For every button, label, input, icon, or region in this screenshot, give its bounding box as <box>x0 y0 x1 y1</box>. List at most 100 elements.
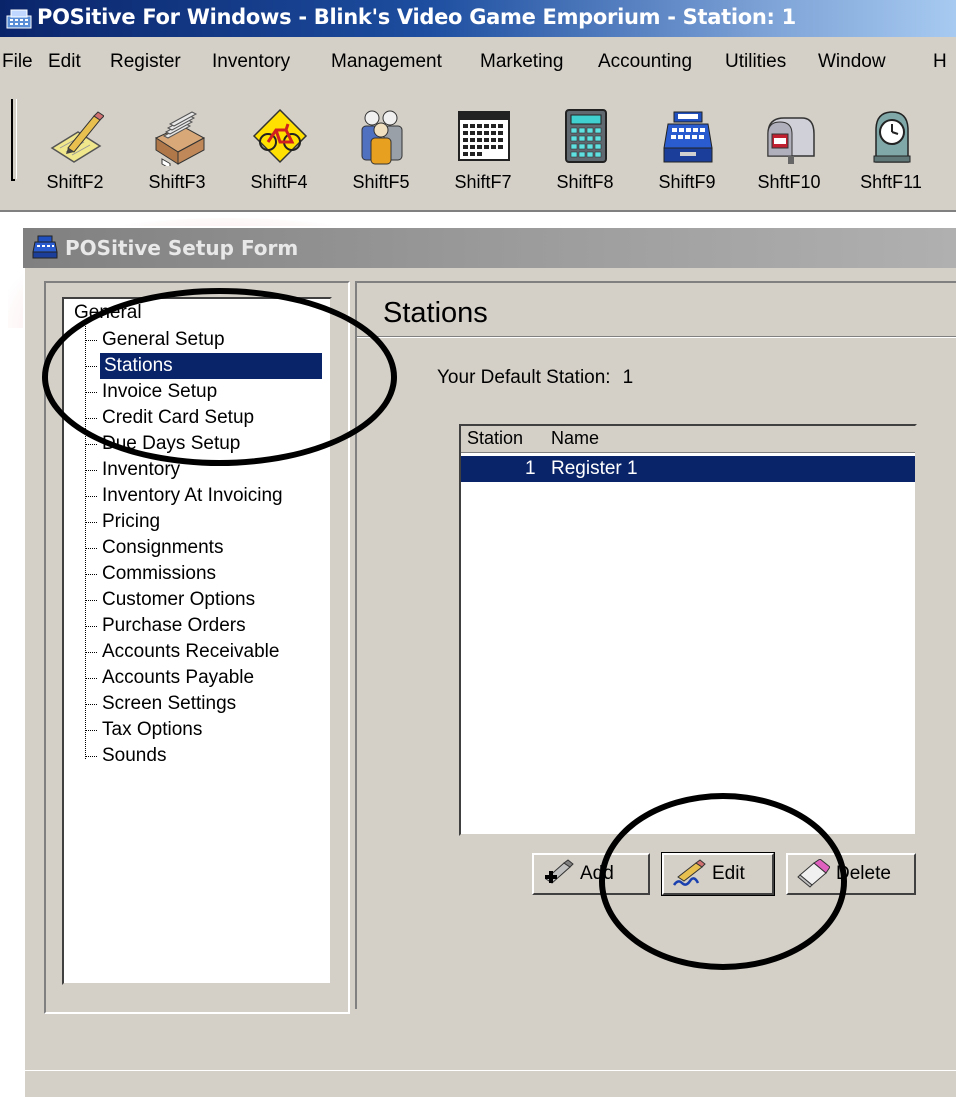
toolbar-label: ShiftF2 <box>46 172 104 192</box>
tree-item-label: Screen Settings <box>102 693 237 714</box>
default-station-line: Your Default Station: 1 <box>437 367 633 389</box>
delete-button-label: Delete <box>836 863 891 884</box>
toolbar-button-shiftf9[interactable]: ShiftF9 <box>642 100 732 206</box>
tree-connector <box>86 340 97 341</box>
people-icon <box>361 110 403 165</box>
mailbox-icon <box>767 117 815 164</box>
app-register-icon <box>6 9 32 29</box>
window-title: POSitive For Windows - Blink's Video Gam… <box>37 5 796 29</box>
tree-connector <box>86 730 97 731</box>
heading-divider <box>357 336 956 338</box>
column-header-station[interactable]: Station <box>467 428 523 449</box>
tree-connector <box>86 392 97 393</box>
add-pencil-icon <box>545 859 574 884</box>
toolbar-button-shiftf7[interactable]: ShiftF7 <box>438 100 528 206</box>
tree-connector <box>86 366 97 367</box>
tree-connector <box>86 574 97 575</box>
tree-item-label: Due Days Setup <box>102 433 241 454</box>
delete-button[interactable]: Delete <box>786 853 916 895</box>
station-name: Register 1 <box>551 458 638 479</box>
add-button[interactable]: Add <box>532 853 650 895</box>
tree-connector-line <box>85 323 86 759</box>
menu-marketing[interactable]: Marketing <box>480 51 563 73</box>
tree-connector <box>86 756 97 757</box>
tree-connector <box>86 496 97 497</box>
menu-management[interactable]: Management <box>331 51 442 73</box>
tree-item-label: Consignments <box>102 537 224 558</box>
tree-item-label: General Setup <box>102 329 225 350</box>
tree-item-label: Purchase Orders <box>102 615 246 636</box>
tree-item-label: Pricing <box>102 511 161 532</box>
toolbar-button-shiftf8[interactable]: ShiftF8 <box>540 100 630 206</box>
toolbar-label: ShiftF5 <box>352 172 410 192</box>
tree-item-label: Commissions <box>102 563 217 584</box>
title-bar: POSitive For Windows - Blink's Video Gam… <box>0 0 956 37</box>
toolbar-button-shftf10[interactable]: ShftF10 <box>744 100 834 206</box>
toolbar-label: ShftF11 <box>860 172 922 192</box>
form-register-icon <box>32 235 58 259</box>
stations-heading: Stations <box>383 297 488 329</box>
edit-button-label: Edit <box>712 863 745 884</box>
cash-register-icon <box>663 111 713 163</box>
tree-root-general[interactable]: General <box>74 302 142 324</box>
tree-item-label: Customer Options <box>102 589 256 610</box>
notepad-pencil-icon <box>50 111 104 163</box>
tree-item-label: Invoice Setup <box>102 381 218 402</box>
tree-connector <box>86 470 97 471</box>
tree-connector <box>86 418 97 419</box>
tree-item-label: Accounts Payable <box>102 667 255 688</box>
tree-item-label: Credit Card Setup <box>102 407 255 428</box>
toolbar-button-shiftf2[interactable]: ShiftF2 <box>30 100 120 206</box>
menu-inventory[interactable]: Inventory <box>212 51 290 73</box>
toolbar-button-shiftf3[interactable]: ShiftF3 <box>132 100 222 206</box>
menu-file[interactable]: File <box>2 51 33 73</box>
tree-connector <box>86 522 97 523</box>
tree-connector <box>86 704 97 705</box>
tree-item-label: Accounts Receivable <box>102 641 280 662</box>
tree-connector <box>86 600 97 601</box>
toolbar-label: ShiftF3 <box>148 172 206 192</box>
station-row[interactable]: 1 Register 1 <box>461 456 915 482</box>
menu-window[interactable]: Window <box>818 51 886 73</box>
default-station-value: 1 <box>622 367 634 388</box>
menu-register[interactable]: Register <box>110 51 181 73</box>
tree-connector <box>86 652 97 653</box>
toolbar-button-shiftf4[interactable]: ShiftF4 <box>234 100 324 206</box>
clock-icon <box>873 111 911 163</box>
tree-connector <box>86 548 97 549</box>
toolbar-label: ShftF10 <box>757 172 821 192</box>
station-number: 1 <box>525 458 536 479</box>
tree-item-label: Inventory At Invoicing <box>102 485 283 506</box>
calculator-icon <box>565 109 607 163</box>
toolbar-label: ShiftF9 <box>658 172 716 192</box>
default-station-label: Your Default Station: <box>437 367 611 388</box>
menu-accounting[interactable]: Accounting <box>598 51 692 73</box>
toolbar-button-shiftf5[interactable]: ShiftF5 <box>336 100 426 206</box>
menu-edit[interactable]: Edit <box>48 51 81 73</box>
tree-item-label: Inventory <box>102 459 181 480</box>
toolbar-label: ShiftF4 <box>250 172 308 192</box>
toolbar-button-shftf11[interactable]: ShftF11 <box>846 100 936 206</box>
add-button-label: Add <box>580 863 614 884</box>
bicycle-icon <box>252 108 308 164</box>
column-header-name[interactable]: Name <box>551 428 599 449</box>
setup-form-title: POSitive Setup Form <box>65 236 299 260</box>
toolbar-label: ShiftF7 <box>454 172 512 192</box>
setup-form-title-bar[interactable]: POSitive Setup Form <box>23 228 956 268</box>
edit-button[interactable]: Edit <box>661 852 775 896</box>
toolbar-grip[interactable] <box>11 99 17 179</box>
tree-item-label: Tax Options <box>102 719 203 740</box>
tree-connector <box>86 444 97 445</box>
edit-pencil-icon <box>672 859 706 886</box>
menu-bar: File Edit Register Inventory Management … <box>0 37 956 85</box>
settings-tree[interactable]: General General Setup Stations Invoice Set… <box>62 297 332 985</box>
menu-utilities[interactable]: Utilities <box>725 51 786 73</box>
stations-list[interactable]: Station Name 1 Register 1 <box>459 424 917 836</box>
card-box-icon <box>154 111 206 166</box>
toolbar-label: ShiftF8 <box>556 172 614 192</box>
tree-connector <box>86 678 97 679</box>
eraser-icon <box>797 859 830 888</box>
calendar-icon <box>458 111 510 161</box>
form-bottom-edge <box>23 1070 956 1071</box>
menu-help[interactable]: H <box>933 51 947 73</box>
